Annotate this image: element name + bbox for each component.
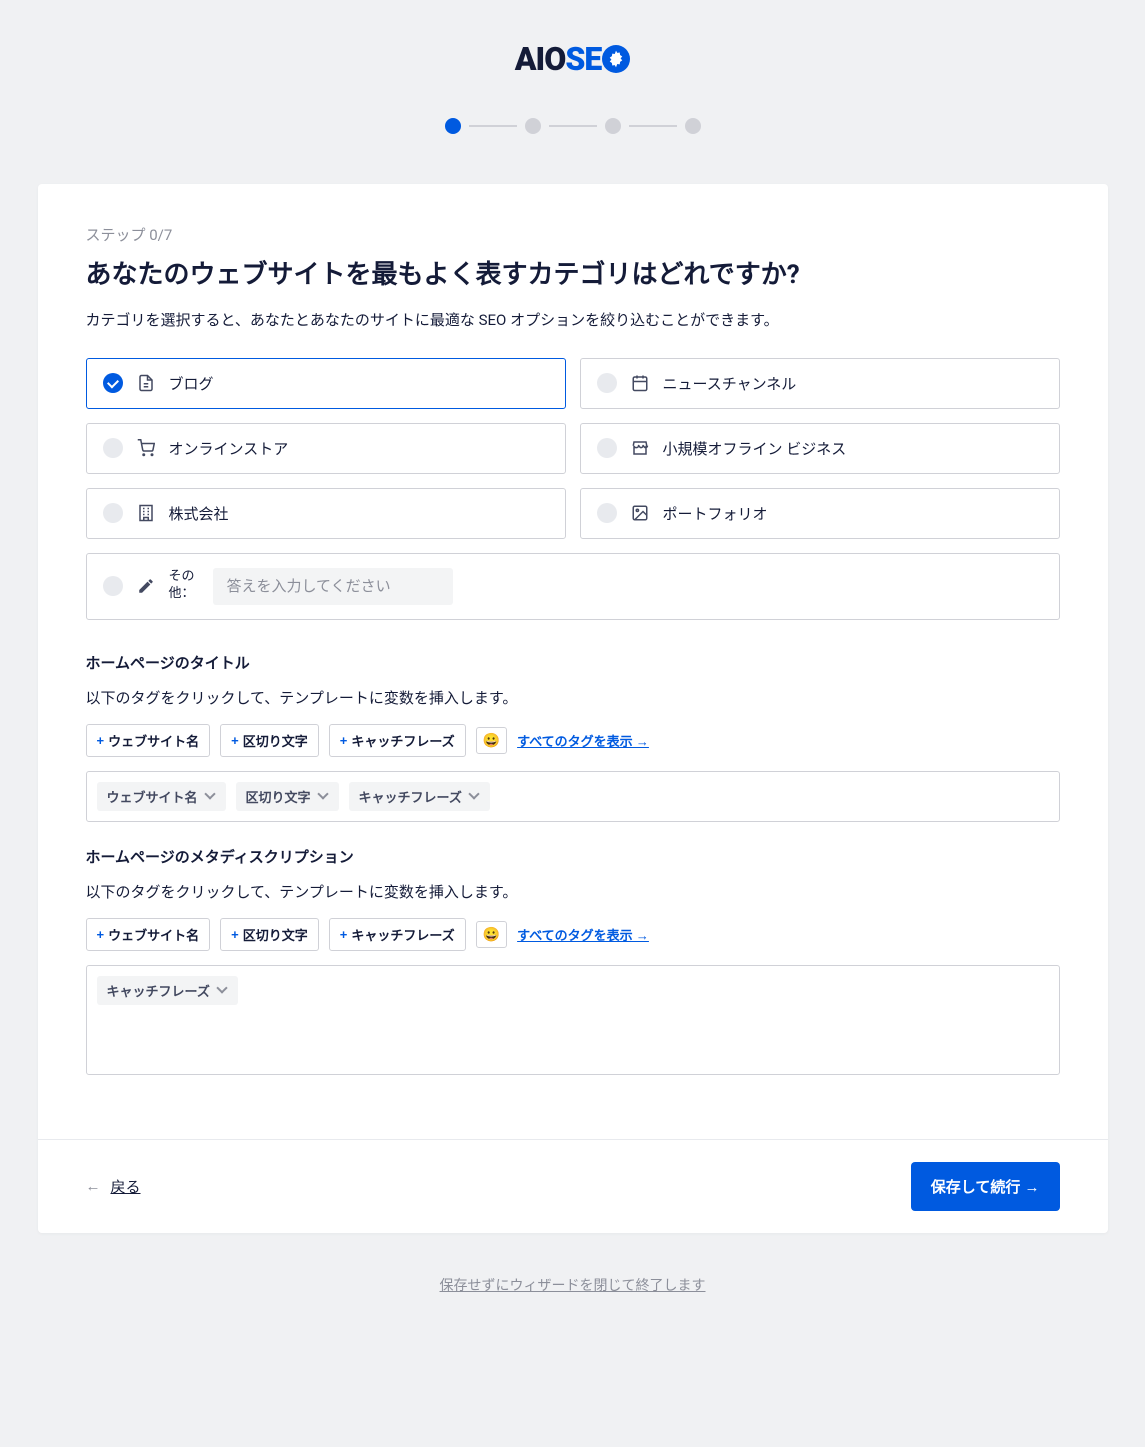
- emoji-picker-button[interactable]: 😀: [476, 921, 507, 948]
- homepage-title-field[interactable]: ウェブサイト名 区切り文字 キャッチフレーズ: [86, 771, 1060, 822]
- plus-icon: +: [231, 733, 239, 748]
- add-tag-sitename-button[interactable]: +ウェブサイト名: [86, 724, 211, 757]
- back-button[interactable]: ← 戻る: [86, 1176, 141, 1197]
- progress-step-4: [685, 118, 701, 134]
- add-tag-tagline-button[interactable]: +キャッチフレーズ: [329, 724, 466, 757]
- category-label: ポートフォリオ: [663, 503, 768, 524]
- image-icon: [631, 504, 649, 522]
- show-all-tags-link[interactable]: すべてのタグを表示 →: [517, 731, 649, 750]
- wizard-footer: ← 戻る 保存して続行 →: [38, 1139, 1108, 1233]
- show-all-tags-link[interactable]: すべてのタグを表示 →: [517, 925, 649, 944]
- homepage-title-heading: ホームページのタイトル: [86, 652, 1060, 673]
- category-blog[interactable]: ブログ: [86, 358, 566, 409]
- step-label: ステップ 0/7: [86, 224, 1060, 245]
- progress-step-1: [445, 118, 461, 134]
- chevron-down-icon: [206, 793, 216, 799]
- chevron-down-icon: [470, 793, 480, 799]
- brand-logo: AIOSE: [0, 40, 1145, 78]
- other-label: その他：: [169, 569, 199, 603]
- radio-icon: [597, 438, 617, 458]
- page-title: あなたのウェブサイトを最もよく表すカテゴリはどれですか?: [86, 259, 1060, 293]
- progress-step-3: [605, 118, 621, 134]
- progress-step-2: [525, 118, 541, 134]
- title-tag-buttons: +ウェブサイト名 +区切り文字 +キャッチフレーズ 😀 すべてのタグを表示 →: [86, 724, 1060, 757]
- chevron-down-icon: [218, 987, 228, 993]
- arrow-left-icon: ←: [86, 1177, 101, 1195]
- plus-icon: +: [231, 927, 239, 942]
- category-label: 小規模オフライン ビジネス: [663, 438, 847, 459]
- category-store[interactable]: オンラインストア: [86, 423, 566, 474]
- homepage-title-subtitle: 以下のタグをクリックして、テンプレートに変数を挿入します。: [86, 687, 1060, 708]
- tag-pill-tagline[interactable]: キャッチフレーズ: [97, 976, 238, 1005]
- emoji-picker-button[interactable]: 😀: [476, 727, 507, 754]
- storefront-icon: [631, 439, 649, 457]
- add-tag-sitename-button[interactable]: +ウェブサイト名: [86, 918, 211, 951]
- category-portfolio[interactable]: ポートフォリオ: [580, 488, 1060, 539]
- meta-description-subtitle: 以下のタグをクリックして、テンプレートに変数を挿入します。: [86, 881, 1060, 902]
- cart-icon: [137, 439, 155, 457]
- add-tag-separator-button[interactable]: +区切り文字: [220, 918, 319, 951]
- radio-icon: [103, 576, 123, 596]
- chevron-down-icon: [319, 793, 329, 799]
- category-label: オンラインストア: [169, 438, 289, 459]
- add-tag-tagline-button[interactable]: +キャッチフレーズ: [329, 918, 466, 951]
- category-offline[interactable]: 小規模オフライン ビジネス: [580, 423, 1060, 474]
- other-input[interactable]: [213, 568, 453, 605]
- plus-icon: +: [97, 927, 105, 942]
- radio-checked-icon: [103, 373, 123, 393]
- category-label: ブログ: [169, 373, 214, 394]
- gear-icon: [602, 45, 630, 73]
- radio-icon: [597, 373, 617, 393]
- plus-icon: +: [340, 733, 348, 748]
- category-corp[interactable]: 株式会社: [86, 488, 566, 539]
- category-label: 株式会社: [169, 503, 229, 524]
- meta-tag-buttons: +ウェブサイト名 +区切り文字 +キャッチフレーズ 😀 すべてのタグを表示 →: [86, 918, 1060, 951]
- meta-description-heading: ホームページのメタディスクリプション: [86, 846, 1060, 867]
- exit-wizard-link[interactable]: 保存せずにウィザードを閉じて終了します: [0, 1275, 1145, 1295]
- add-tag-separator-button[interactable]: +区切り文字: [220, 724, 319, 757]
- plus-icon: +: [340, 927, 348, 942]
- radio-icon: [103, 503, 123, 523]
- logo-seo: SE: [565, 40, 630, 78]
- file-icon: [137, 374, 155, 392]
- pencil-icon: [137, 577, 155, 595]
- meta-description-field[interactable]: キャッチフレーズ: [86, 965, 1060, 1075]
- progress-stepper: [0, 118, 1145, 134]
- tag-pill-tagline[interactable]: キャッチフレーズ: [349, 782, 490, 811]
- radio-icon: [103, 438, 123, 458]
- calendar-icon: [631, 374, 649, 392]
- category-news[interactable]: ニュースチャンネル: [580, 358, 1060, 409]
- logo-aio: AIO: [515, 40, 566, 78]
- category-label: ニュースチャンネル: [663, 373, 797, 394]
- radio-icon: [597, 503, 617, 523]
- page-subtitle: カテゴリを選択すると、あなたとあなたのサイトに最適な SEO オプションを絞り込…: [86, 309, 1060, 330]
- wizard-card: ステップ 0/7 あなたのウェブサイトを最もよく表すカテゴリはどれですか? カテ…: [38, 184, 1108, 1233]
- tag-pill-sitename[interactable]: ウェブサイト名: [97, 782, 226, 811]
- plus-icon: +: [97, 733, 105, 748]
- building-icon: [137, 504, 155, 522]
- category-other[interactable]: その他：: [86, 553, 1060, 620]
- category-grid: ブログ ニュースチャンネル オンラインストア 小規模オフライン ビジネス: [86, 358, 1060, 539]
- tag-pill-separator[interactable]: 区切り文字: [236, 782, 339, 811]
- save-continue-button[interactable]: 保存して続行 →: [911, 1162, 1060, 1211]
